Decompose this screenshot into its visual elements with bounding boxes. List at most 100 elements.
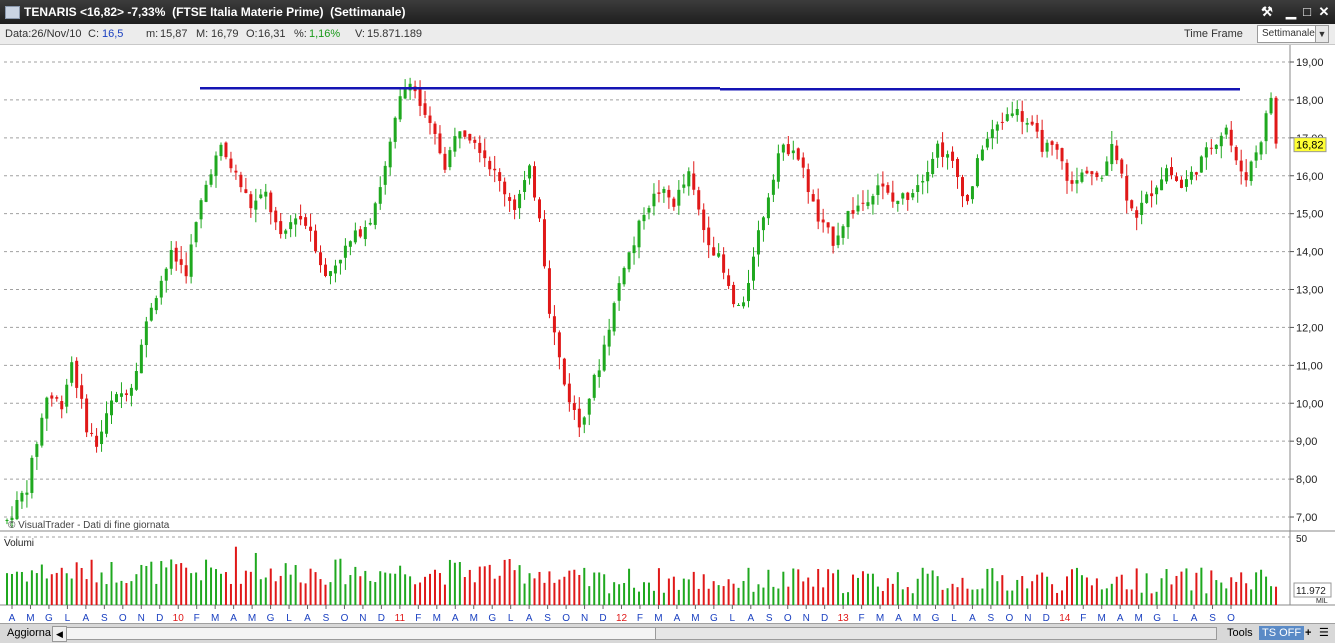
- month-label: M: [248, 613, 256, 623]
- candle-body: [816, 199, 820, 222]
- candle-body: [100, 431, 104, 445]
- candle-body: [1194, 172, 1198, 175]
- candle-body: [164, 268, 168, 281]
- volume-bar: [1150, 593, 1153, 605]
- timeframe-select[interactable]: Settimanale ▼: [1257, 25, 1329, 43]
- candle-body: [846, 211, 850, 228]
- candle-body: [791, 150, 795, 154]
- add-button[interactable]: +: [1302, 626, 1314, 640]
- volume-bar: [224, 572, 227, 605]
- candle-body: [851, 210, 855, 214]
- volume-bar: [598, 572, 601, 605]
- volume-bar: [533, 578, 536, 605]
- candle-body: [503, 181, 507, 195]
- volume-bar: [409, 576, 412, 605]
- candle-body: [891, 192, 895, 202]
- volume-bar: [687, 579, 690, 605]
- ts-off-button[interactable]: TS OFF: [1259, 626, 1305, 640]
- candle-body: [1249, 161, 1253, 182]
- volume-bar: [394, 573, 397, 605]
- volume-bar: [702, 574, 705, 605]
- volume-bar: [752, 591, 755, 605]
- candle-body: [737, 304, 741, 306]
- candle-body: [1184, 179, 1188, 187]
- candle-body: [622, 267, 626, 285]
- candle-body: [702, 209, 706, 231]
- candle-body: [572, 403, 576, 410]
- volume-bar: [911, 593, 914, 605]
- month-label: M: [470, 613, 478, 623]
- candle-body: [438, 133, 442, 154]
- candle-body: [1239, 160, 1243, 172]
- maximize-button[interactable]: □: [1299, 4, 1315, 20]
- candle-body: [493, 168, 497, 171]
- volume-bar: [662, 592, 665, 605]
- month-label: M: [1134, 613, 1142, 623]
- candle-body: [309, 226, 313, 231]
- candle-body: [75, 360, 79, 388]
- refresh-button[interactable]: Aggiorna: [4, 626, 56, 640]
- volume-bar: [956, 587, 959, 605]
- candle-body: [348, 241, 352, 247]
- candle-body: [428, 115, 432, 123]
- candle-body: [1229, 129, 1233, 146]
- volume-bar: [578, 574, 581, 605]
- volume-bar: [249, 571, 252, 605]
- candle-body: [518, 193, 522, 209]
- volume-bar: [1205, 593, 1208, 605]
- volume-bar: [115, 582, 118, 605]
- volume-bar: [473, 582, 476, 605]
- candle-body: [209, 174, 213, 185]
- minimize-button[interactable]: ▁: [1283, 4, 1299, 20]
- price-axis: 19,0018,0017,0016,0015,0014,0013,0012,00…: [0, 45, 1335, 606]
- candle-body: [1244, 172, 1248, 181]
- candle-body: [343, 245, 347, 258]
- volume-bar: [1215, 580, 1218, 605]
- candle-body: [284, 230, 288, 234]
- volume-bar: [45, 578, 48, 605]
- volume-bar: [1160, 578, 1163, 605]
- volume-bar: [941, 589, 944, 605]
- candle-body: [363, 227, 367, 240]
- tools-button[interactable]: Tools: [1224, 626, 1256, 640]
- candle-body: [1090, 171, 1094, 175]
- candle-body: [1269, 97, 1273, 114]
- candle-body: [289, 222, 293, 230]
- candle-body: [299, 216, 303, 220]
- timeframe-label: Time Frame: [1184, 28, 1243, 40]
- month-label: O: [784, 613, 792, 623]
- candle-body: [632, 245, 636, 254]
- candle-body: [174, 247, 178, 262]
- volume-bar: [1006, 590, 1009, 605]
- volume-bar: [453, 562, 456, 605]
- candle-body: [836, 235, 840, 246]
- month-label: N: [803, 613, 810, 623]
- candle-body: [85, 398, 89, 433]
- month-label: O: [119, 613, 127, 623]
- scrollbar-track[interactable]: [66, 627, 657, 640]
- volume-bar: [727, 579, 730, 605]
- bottom-toolbar: Aggiorna ◀ Tools TS OFF + ☰: [0, 623, 1335, 643]
- price-chart[interactable]: © VisualTrader - Dati di fine giornata 1…: [0, 45, 1335, 623]
- scroll-left-button[interactable]: ◀: [52, 626, 67, 642]
- volume-bar: [1090, 585, 1093, 605]
- month-label: D: [378, 613, 385, 623]
- chevron-down-icon[interactable]: ▼: [1315, 26, 1328, 42]
- volume-bar: [239, 583, 242, 605]
- y-tick-label: 19,00: [1296, 57, 1324, 69]
- close-button[interactable]: ✕: [1316, 4, 1332, 20]
- volume-bar: [319, 579, 322, 605]
- candle-body: [547, 268, 551, 314]
- volume-bar: [448, 559, 451, 605]
- candle-body: [667, 189, 671, 198]
- tools-icon[interactable]: ⚒: [1259, 4, 1275, 20]
- menu-icon[interactable]: ☰: [1316, 626, 1332, 640]
- candle-body: [528, 165, 532, 179]
- volume-bar: [1250, 589, 1253, 605]
- volume-label: V:: [355, 28, 365, 40]
- scrollbar-thumb[interactable]: [655, 627, 1217, 640]
- volume-bar: [543, 582, 546, 605]
- candle-body: [1040, 129, 1044, 152]
- candle-body: [194, 222, 198, 243]
- month-label: N: [1024, 613, 1031, 623]
